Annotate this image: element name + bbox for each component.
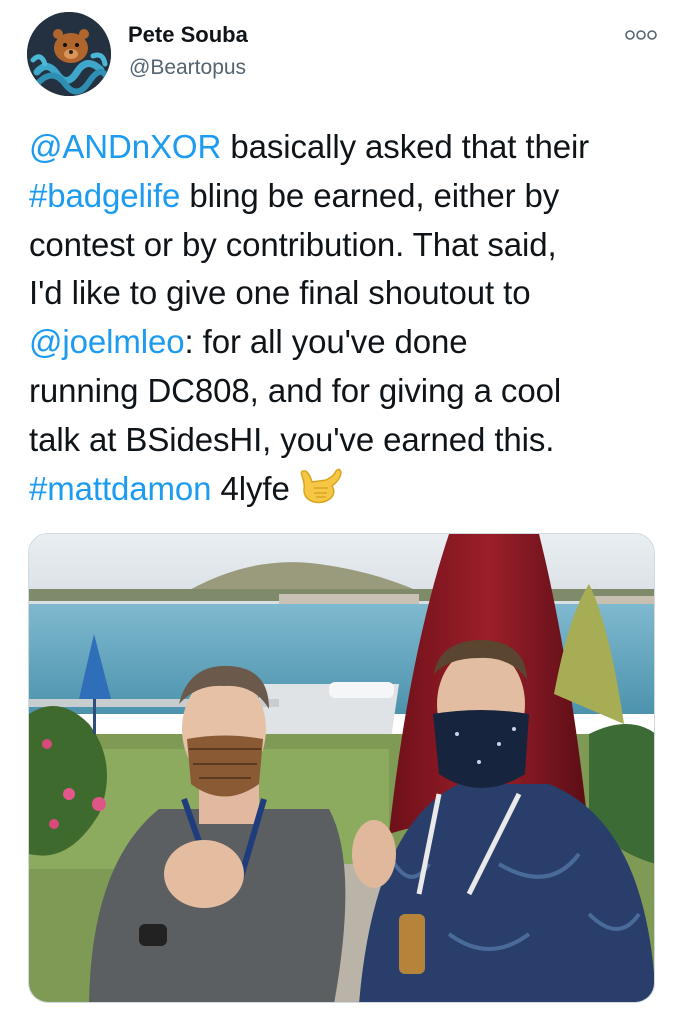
tweet-line: #badgelife bling be earned, either by <box>29 172 669 221</box>
tweet-line: #mattdamon 4lyfe <box>29 465 669 520</box>
hashtag-link[interactable]: #mattdamon <box>29 470 212 507</box>
tweet-line-text: running DC808, and for giving a cool <box>29 371 562 409</box>
tweet-line: I'd like to give one final shoutout to <box>29 269 669 318</box>
author-handle: @Beartopus <box>129 56 247 79</box>
more-dots-icon <box>625 30 657 40</box>
author-avatar[interactable] <box>27 12 111 96</box>
bear-octopus-avatar-icon <box>27 12 111 96</box>
tweet-line-text: talk at BSidesHI, you've earned this. <box>29 420 555 458</box>
author-display-name[interactable]: Pete Souba <box>128 22 248 48</box>
tweet-line: talk at BSidesHI, you've earned this. <box>29 416 669 465</box>
tweet-line-text: contest or by contribution. That said, <box>29 225 557 263</box>
mention-link[interactable]: @joelmleo <box>29 323 185 360</box>
tweet-line: @ANDnXOR basically asked that their <box>29 123 669 172</box>
tweet-line-text: 4lyfe <box>211 469 290 507</box>
shaka-hand-emoji-icon <box>296 466 342 520</box>
tweet-line-text: I'd like to give one final shoutout to <box>29 274 531 312</box>
tweet-line-text: basically asked that their <box>221 128 590 165</box>
selfie-photo-image <box>29 534 654 1002</box>
tweet-line: contest or by contribution. That said, <box>29 221 669 270</box>
tweet-line: running DC808, and for giving a cool <box>29 367 669 416</box>
more-options-button[interactable] <box>620 23 662 47</box>
tweet-photo[interactable] <box>28 533 655 1003</box>
tweet-line-text: bling be earned, either by <box>180 176 560 214</box>
mention-link[interactable]: @ANDnXOR <box>29 128 221 165</box>
tweet-line: @joelmleo: for all you've done <box>29 318 669 367</box>
tweet-line-text: : for all you've done <box>184 323 468 361</box>
hashtag-link[interactable]: #badgelife <box>29 177 180 214</box>
tweet-text: @ANDnXOR basically asked that their #bad… <box>29 123 669 519</box>
